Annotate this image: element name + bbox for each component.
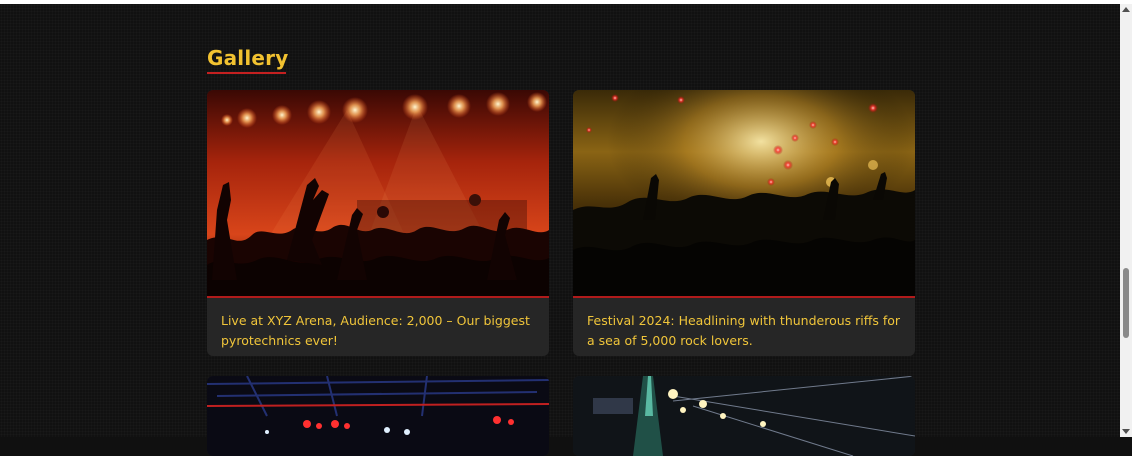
gallery-card[interactable] xyxy=(573,376,915,456)
scroll-down-icon[interactable] xyxy=(1122,429,1130,434)
gallery-card[interactable]: Festival 2024: Headlining with thunderou… xyxy=(573,90,915,356)
vertical-scrollbar[interactable] xyxy=(1120,4,1132,437)
stage-rig-red-lights-photo[interactable] xyxy=(207,376,549,456)
card-caption: Live at XYZ Arena, Audience: 2,000 – Our… xyxy=(221,313,530,348)
gallery-heading-underline xyxy=(207,72,286,74)
gallery-card[interactable] xyxy=(207,376,549,456)
stage-light-beams-photo[interactable] xyxy=(573,376,915,456)
concert-crowd-red-stage-photo[interactable] xyxy=(207,90,549,296)
scroll-up-icon[interactable] xyxy=(1122,7,1130,12)
festival-crowd-gold-lights-photo[interactable] xyxy=(573,90,915,296)
gallery-heading: Gallery xyxy=(207,46,289,70)
gallery-card[interactable]: Live at XYZ Arena, Audience: 2,000 – Our… xyxy=(207,90,549,356)
card-caption: Festival 2024: Headlining with thunderou… xyxy=(587,313,901,348)
scroll-thumb[interactable] xyxy=(1123,268,1129,338)
page-viewport xyxy=(0,4,1120,437)
